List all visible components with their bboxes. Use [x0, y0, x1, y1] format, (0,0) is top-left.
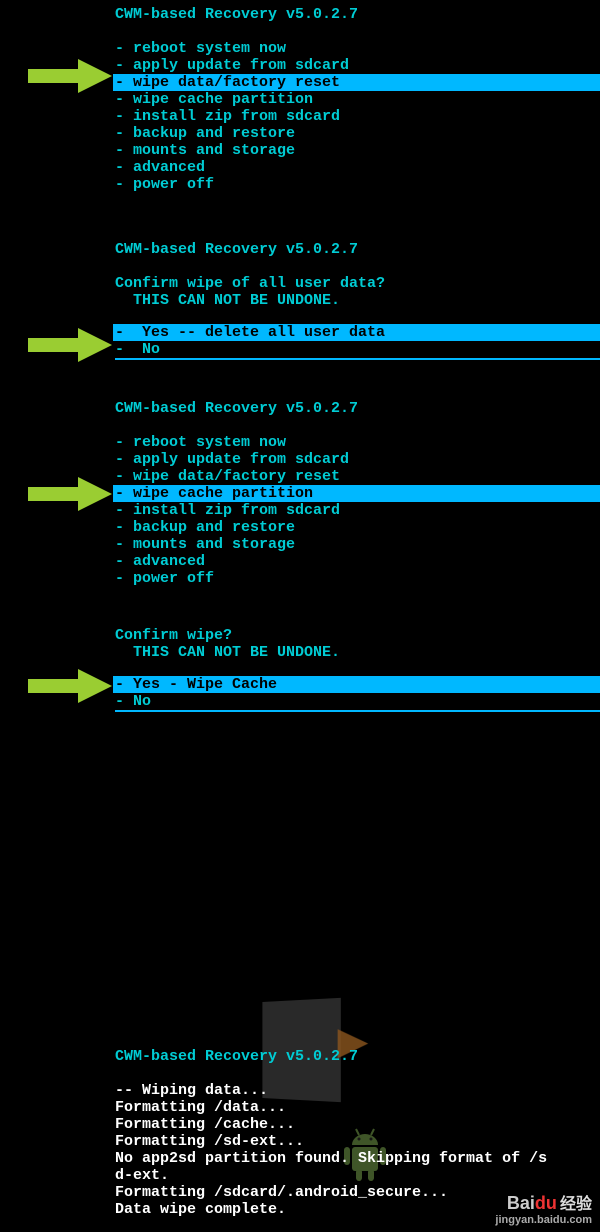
- log-line: Formatting /sd-ext...: [115, 1133, 600, 1150]
- watermark-url: jingyan.baidu.com: [495, 1214, 592, 1226]
- divider: [115, 710, 600, 712]
- recovery-panel-3: CWM-based Recovery v5.0.2.7 - reboot sys…: [0, 400, 600, 587]
- menu-item[interactable]: - wipe data/factory reset: [113, 74, 600, 91]
- watermark-baidu: Baidu 经验 jingyan.baidu.com: [495, 1194, 592, 1226]
- arrow-icon: [28, 59, 112, 93]
- menu-item[interactable]: - power off: [115, 570, 600, 587]
- arrow-icon: [28, 328, 112, 362]
- menu-item[interactable]: - install zip from sdcard: [115, 502, 600, 519]
- log-line: Formatting /data...: [115, 1099, 600, 1116]
- confirm-options-2: - Yes -- delete all user data- No: [115, 324, 600, 358]
- menu-item[interactable]: - wipe data/factory reset: [115, 468, 600, 485]
- menu-item[interactable]: - reboot system now: [115, 434, 600, 451]
- log-line: d-ext.: [115, 1167, 600, 1184]
- watermark-label: 经验: [560, 1196, 592, 1213]
- menu-item[interactable]: - advanced: [115, 159, 600, 176]
- recovery-panel-4: Confirm wipe? THIS CAN NOT BE UNDONE. - …: [0, 627, 600, 712]
- arrow-icon: [28, 669, 112, 703]
- menu-item[interactable]: - apply update from sdcard: [115, 451, 600, 468]
- confirm-warning: THIS CAN NOT BE UNDONE.: [115, 644, 600, 661]
- log-line: -- Wiping data...: [115, 1082, 600, 1099]
- recovery-title: CWM-based Recovery v5.0.2.7: [115, 400, 600, 417]
- menu-item[interactable]: - install zip from sdcard: [115, 108, 600, 125]
- log-line: Formatting /cache...: [115, 1116, 600, 1133]
- menu-item[interactable]: - mounts and storage: [115, 142, 600, 159]
- recovery-title: CWM-based Recovery v5.0.2.7: [115, 1048, 600, 1065]
- menu-item[interactable]: - backup and restore: [115, 519, 600, 536]
- menu-item[interactable]: - No: [115, 341, 600, 358]
- confirm-warning: THIS CAN NOT BE UNDONE.: [115, 292, 600, 309]
- menu-item[interactable]: - No: [115, 693, 600, 710]
- confirm-prompt: Confirm wipe of all user data?: [115, 275, 600, 292]
- menu-item[interactable]: - reboot system now: [115, 40, 600, 57]
- confirm-options-4: - Yes - Wipe Cache- No: [115, 676, 600, 710]
- menu-item[interactable]: - Yes - Wipe Cache: [113, 676, 600, 693]
- menu-item[interactable]: - advanced: [115, 553, 600, 570]
- menu-item[interactable]: - backup and restore: [115, 125, 600, 142]
- recovery-title: CWM-based Recovery v5.0.2.7: [115, 6, 600, 23]
- menu-item[interactable]: - mounts and storage: [115, 536, 600, 553]
- menu-item[interactable]: - apply update from sdcard: [115, 57, 600, 74]
- confirm-prompt: Confirm wipe?: [115, 627, 600, 644]
- divider: [115, 358, 600, 360]
- recovery-title: CWM-based Recovery v5.0.2.7: [115, 241, 600, 258]
- menu-item[interactable]: - wipe cache partition: [115, 91, 600, 108]
- log-line: No app2sd partition found. Skipping form…: [115, 1150, 600, 1167]
- arrow-icon: [28, 477, 112, 511]
- menu-item[interactable]: - power off: [115, 176, 600, 193]
- menu-item[interactable]: - wipe cache partition: [113, 485, 600, 502]
- menu-item[interactable]: - Yes -- delete all user data: [113, 324, 600, 341]
- recovery-menu-3: - reboot system now- apply update from s…: [115, 434, 600, 587]
- watermark-brand: Bai: [507, 1193, 535, 1213]
- recovery-panel-2: CWM-based Recovery v5.0.2.7 Confirm wipe…: [0, 241, 600, 360]
- recovery-menu-1: - reboot system now- apply update from s…: [115, 40, 600, 193]
- recovery-panel-1: CWM-based Recovery v5.0.2.7 - reboot sys…: [0, 0, 600, 193]
